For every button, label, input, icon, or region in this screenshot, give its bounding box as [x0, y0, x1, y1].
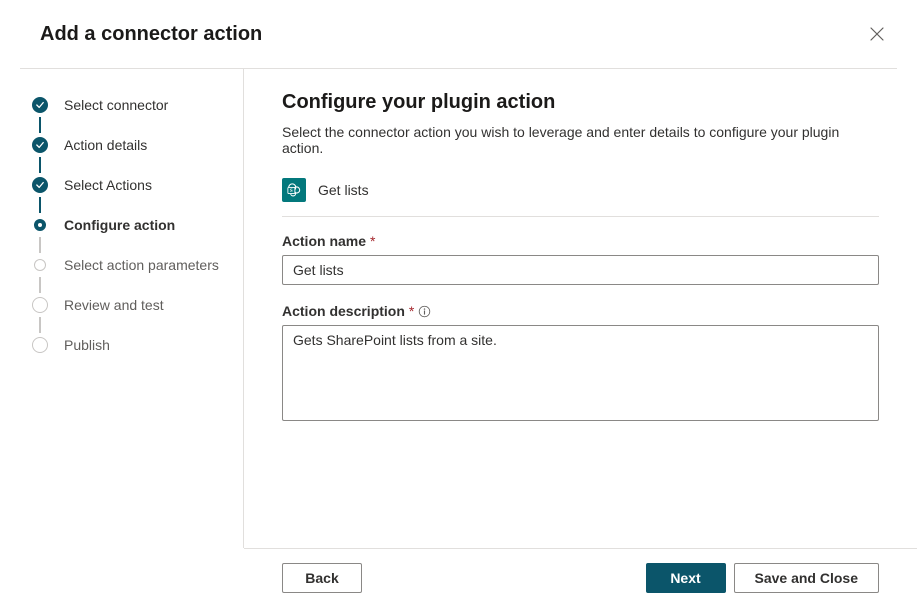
step-bullet-current-icon — [34, 219, 46, 231]
step-bullet-done-icon — [32, 177, 48, 193]
dialog-body: Select connector Action details Select A… — [0, 69, 917, 548]
field-label: Action description * — [282, 303, 879, 319]
step-bullet-done-icon — [32, 97, 48, 113]
dialog-footer: Back Next Save and Close — [244, 548, 917, 609]
selected-action-chip: S Get lists — [282, 178, 879, 217]
required-mark: * — [370, 233, 375, 249]
add-connector-action-dialog: Add a connector action Select connector … — [0, 0, 917, 609]
dialog-title: Add a connector action — [40, 23, 262, 46]
dialog-header: Add a connector action — [0, 0, 917, 68]
back-button[interactable]: Back — [282, 563, 362, 593]
action-description-input[interactable] — [282, 325, 879, 421]
step-publish: Publish — [32, 333, 243, 357]
step-connector — [39, 277, 41, 293]
step-connector — [39, 197, 41, 213]
step-label: Action details — [64, 137, 147, 153]
step-select-connector[interactable]: Select connector — [32, 93, 243, 117]
field-label: Action name * — [282, 233, 879, 249]
next-button[interactable]: Next — [646, 563, 726, 593]
step-connector — [39, 117, 41, 133]
svg-text:S: S — [290, 189, 293, 194]
main-panel: Configure your plugin action Select the … — [244, 69, 917, 548]
sharepoint-icon: S — [282, 178, 306, 202]
step-bullet-future-icon — [32, 297, 48, 313]
page-heading: Configure your plugin action — [282, 91, 879, 114]
save-and-close-button[interactable]: Save and Close — [734, 563, 880, 593]
step-action-details[interactable]: Action details — [32, 133, 243, 157]
page-subheading: Select the connector action you wish to … — [282, 124, 879, 156]
label-text: Action description — [282, 303, 405, 319]
wizard-steps-sidebar: Select connector Action details Select A… — [0, 69, 244, 548]
close-button[interactable] — [861, 18, 893, 50]
step-select-action-parameters: Select action parameters — [32, 253, 243, 277]
step-configure-action[interactable]: Configure action — [32, 213, 243, 237]
action-name-input[interactable] — [282, 255, 879, 285]
info-icon[interactable] — [418, 304, 432, 318]
step-label: Review and test — [64, 297, 164, 313]
step-label: Publish — [64, 337, 110, 353]
step-bullet-future-icon — [32, 337, 48, 353]
step-label: Select Actions — [64, 177, 152, 193]
step-label: Select connector — [64, 97, 168, 113]
step-select-actions[interactable]: Select Actions — [32, 173, 243, 197]
label-text: Action name — [282, 233, 366, 249]
field-action-name: Action name * — [282, 233, 879, 285]
step-review-and-test: Review and test — [32, 293, 243, 317]
required-mark: * — [409, 303, 414, 319]
field-action-description: Action description * — [282, 303, 879, 424]
step-connector — [39, 157, 41, 173]
step-bullet-future-icon — [34, 259, 46, 271]
step-bullet-done-icon — [32, 137, 48, 153]
step-connector — [39, 317, 41, 333]
step-label: Select action parameters — [64, 257, 219, 273]
step-label: Configure action — [64, 217, 175, 233]
close-icon — [870, 27, 884, 41]
selected-action-label: Get lists — [318, 182, 369, 198]
step-connector — [39, 237, 41, 253]
